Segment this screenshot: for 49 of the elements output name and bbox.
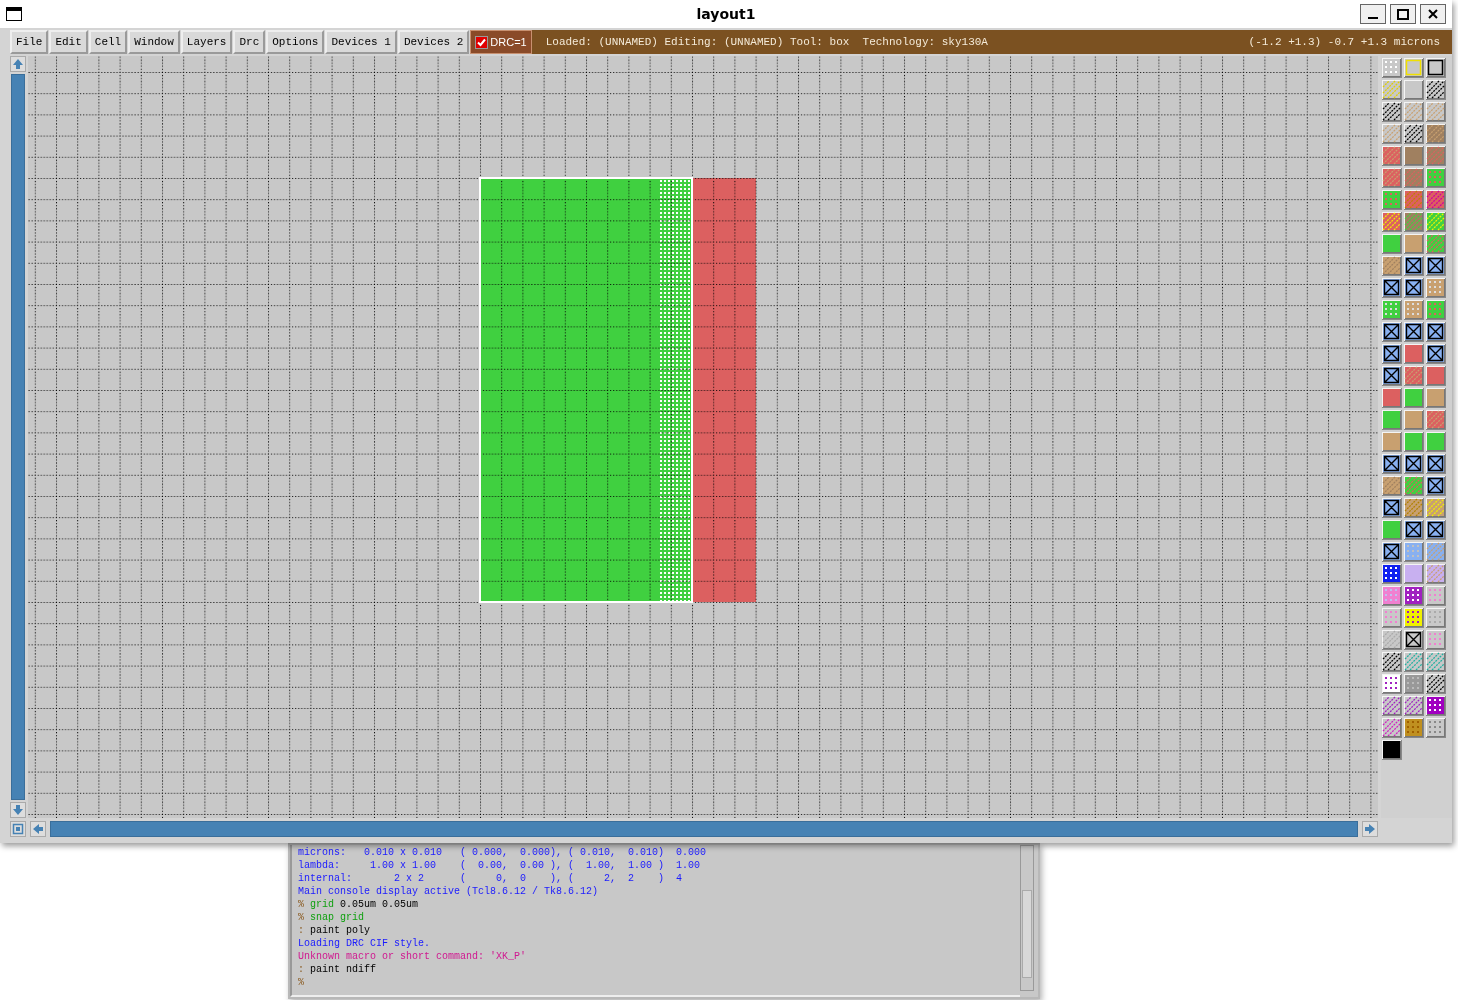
menu-button[interactable]: Devices 1	[325, 30, 397, 54]
menu-button[interactable]: Devices 2	[397, 30, 470, 54]
scroll-left-button[interactable]	[30, 821, 46, 837]
console-line: microns: 0.010 x 0.010 ( 0.000, 0.000), ( 0.010, 0.010) 0.000	[298, 846, 708, 859]
maximize-icon	[1397, 8, 1409, 20]
console-line: % snap grid	[298, 911, 366, 924]
console-line: Unknown macro or short command: 'XK_P'	[298, 950, 528, 963]
console-scrollbar[interactable]	[1020, 845, 1034, 991]
console-line: Loading DRC CIF style.	[298, 937, 432, 950]
selection-box[interactable]	[479, 177, 693, 603]
close-icon	[1428, 9, 1438, 19]
scroll-up-button[interactable]	[10, 56, 26, 72]
minimize-button[interactable]	[1360, 4, 1386, 24]
horizontal-scrollbar[interactable]	[50, 821, 1358, 837]
left-arrow-icon	[32, 823, 44, 835]
menu-button[interactable]: Drc	[233, 30, 266, 54]
scroll-right-button[interactable]	[1362, 821, 1378, 837]
down-arrow-icon	[12, 804, 24, 816]
zoom-box-button[interactable]	[10, 821, 26, 837]
console-line: : paint ndiff	[298, 963, 378, 976]
minimize-icon	[1368, 17, 1378, 19]
console-line: internal: 2 x 2 ( 0, 0 ), ( 2, 2 ) 4	[298, 872, 684, 885]
menu-button[interactable]: File	[10, 30, 49, 54]
console-line: Main console display active (Tcl8.6.12 / Tk8.6.12)	[298, 885, 600, 898]
scroll-down-button[interactable]	[10, 802, 26, 818]
cursor-coordinates: (-1.2 +1.3) -0.7 +1.3 microns	[1248, 36, 1440, 48]
menu-button[interactable]: Edit	[49, 30, 88, 54]
square-icon	[12, 823, 24, 835]
right-arrow-icon	[1364, 823, 1376, 835]
drc-checkbox[interactable]	[475, 35, 489, 49]
console-line: : paint poly	[298, 924, 372, 937]
status-info: Loaded: (UNNAMED) Editing: (UNNAMED) Tool: box Technology: sky130A	[545, 36, 988, 48]
drc-label: DRC=1	[490, 36, 527, 48]
drc-toggle[interactable]: DRC=1	[470, 30, 532, 54]
console-line: % grid 0.05um 0.05um	[298, 898, 420, 911]
menu-button[interactable]: Cell	[88, 30, 128, 54]
maximize-button[interactable]	[1390, 4, 1416, 24]
console-line: lambda: 1.00 x 1.00 ( 0.00, 0.00 ), ( 1.00, 1.00 ) 1.00	[298, 859, 702, 872]
menu-button[interactable]: Window	[128, 30, 180, 54]
menu-button[interactable]: Layers	[180, 30, 233, 54]
menu-button[interactable]: Options	[266, 30, 325, 54]
vertical-scrollbar[interactable]	[11, 74, 25, 800]
layer-palette-drawing[interactable]	[1382, 58, 1446, 762]
window-title: layout1	[696, 6, 756, 22]
close-button[interactable]	[1420, 4, 1446, 24]
window-icon[interactable]	[6, 7, 22, 21]
up-arrow-icon	[12, 58, 24, 70]
console-line: %	[298, 976, 305, 989]
layer-palette[interactable]	[1381, 56, 1452, 818]
